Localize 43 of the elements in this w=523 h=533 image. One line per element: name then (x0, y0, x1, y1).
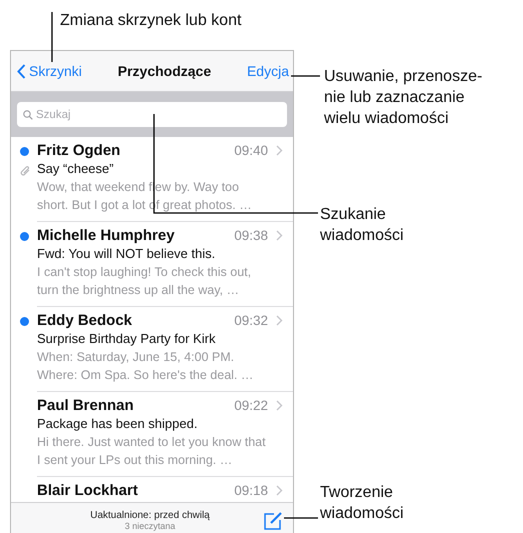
search-input[interactable]: Szukaj (36, 108, 186, 120)
message-row[interactable]: Paul Brennan 09:22 Package has been shipped. Hi there. Just wanted to let you know that I sent your LPs out this morning. … (11, 392, 293, 477)
compose-icon[interactable] (263, 511, 283, 531)
inbox-title: Przychodzące (118, 63, 212, 79)
message-preview: I can't stop laughing! To check this out, turn the brightness up all the way, … (37, 264, 252, 299)
message-preview: Hi there. Just wanted to let you know that I sent your LPs out this morning. … (37, 434, 267, 469)
leader-line (284, 517, 318, 519)
message-subject: Fwd: You will NOT believe this. (37, 245, 216, 263)
back-button[interactable]: Skrzynki (17, 63, 82, 79)
sender-name: Michelle Humphrey (37, 227, 176, 244)
message-row[interactable]: Eddy Bedock 09:32 Surprise Birthday Party for Kirk When: Saturday, June 15, 4:00 PM. Where: Om Spa. So here's the deal. … (11, 307, 293, 392)
search-field[interactable]: Szukaj (17, 102, 287, 127)
callout-text: Usuwanie, przenosze- nie lub zaznaczanie wielu wiadomości (324, 67, 482, 129)
message-row[interactable]: Blair Lockhart 09:18 (11, 477, 293, 502)
edit-button[interactable]: Edycja (246, 63, 289, 79)
update-status: Uaktualnione: przed chwilą (90, 510, 210, 521)
chevron-left-icon (17, 64, 26, 78)
chevron-right-icon (276, 145, 283, 156)
message-row[interactable]: Michelle Humphrey 09:38 Fwd: You will NOT believe this. I can't stop laughing! To check this out, turn the brightness up all the way, … (11, 222, 293, 307)
unread-count: 3 nieczytana (124, 521, 176, 531)
message-subject: Package has been shipped. (37, 415, 198, 433)
callout-text: Zmiana skrzynek lub kont (60, 11, 242, 31)
message-time: 09:38 (234, 228, 268, 243)
chevron-right-icon (276, 315, 283, 326)
sender-name: Paul Brennan (37, 397, 135, 414)
sender-name: Fritz Ogden (37, 142, 122, 159)
chevron-right-icon (276, 485, 283, 496)
sender-name: Blair Lockhart (37, 482, 139, 499)
message-preview: When: Saturday, June 15, 4:00 PM. Where: Om Spa. So here's the deal. … (37, 349, 254, 384)
message-time: 09:40 (234, 143, 268, 158)
callout-text: Tworzenie wiadomości (320, 483, 404, 524)
chevron-right-icon (276, 400, 283, 411)
message-subject: Surprise Birthday Party for Kirk (37, 330, 216, 348)
message-time: 09:32 (234, 313, 268, 328)
message-time: 09:22 (234, 398, 268, 413)
message-time: 09:18 (234, 483, 268, 498)
leader-line (291, 75, 320, 77)
search-icon (23, 110, 33, 120)
callout-text: Szukanie wiadomości (320, 205, 404, 246)
chevron-right-icon (276, 230, 283, 241)
sender-name: Eddy Bedock (37, 312, 134, 329)
leader-line (51, 12, 53, 62)
message-subject: Say “cheese” (37, 160, 115, 178)
